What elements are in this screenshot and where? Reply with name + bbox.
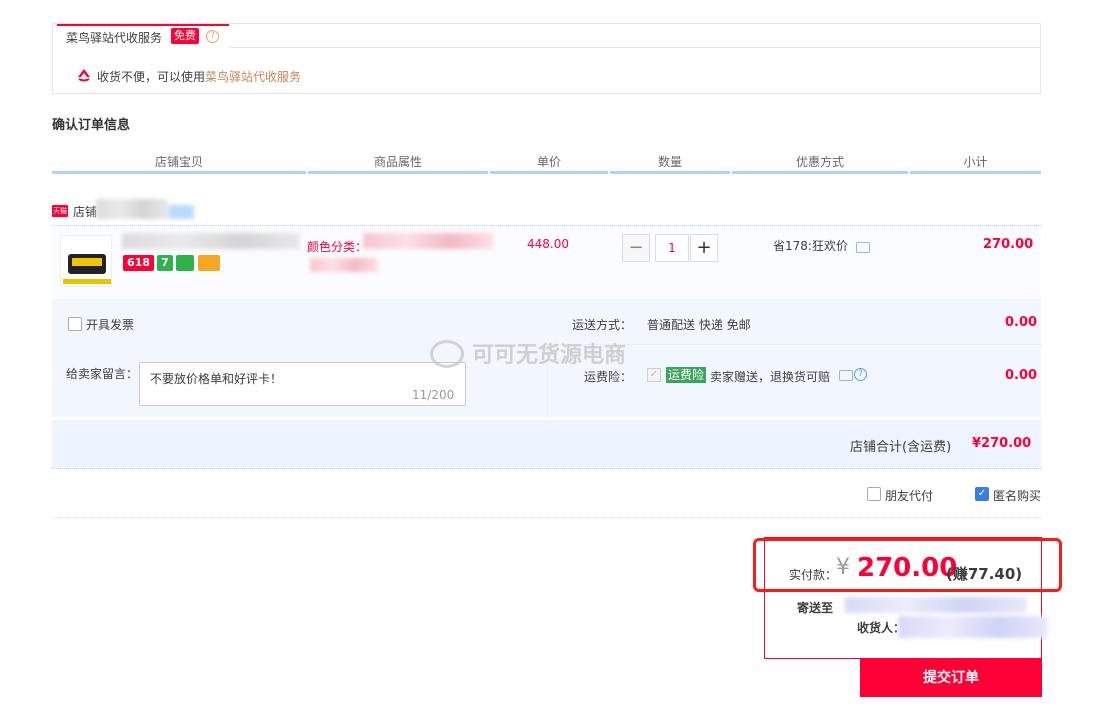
service-note: 收货不便，可以使用菜鸟驿站代收服务 (97, 68, 301, 85)
chat-icon[interactable] (839, 370, 853, 381)
tab-divider (229, 47, 1040, 48)
memo-label: 给卖家留言： (66, 367, 139, 381)
service-title: 菜鸟驿站代收服务 (66, 31, 163, 45)
redacted-shop-name (96, 199, 168, 219)
redacted-product-title[interactable] (122, 233, 300, 249)
chat-icon[interactable] (856, 242, 870, 253)
watermark: 可可无货源电商 (472, 343, 627, 368)
case-stripe (72, 258, 102, 266)
promo-text: 省178:狂欢价 (773, 239, 848, 253)
badge-7day: 7 (157, 255, 173, 271)
header-underline (490, 171, 608, 174)
col-header-price: 单价 (536, 155, 561, 169)
header-underline (610, 171, 730, 174)
cainiao-logo-icon (78, 69, 90, 82)
anonymous-label[interactable]: 匿名购买 (993, 487, 1041, 504)
service-note-text: 收货不便，可以使用 (97, 70, 206, 84)
badge-618: 618 (123, 255, 154, 271)
header-underline (52, 171, 306, 174)
ship-to-label: 寄送至 (797, 601, 834, 615)
insurance-amount: 0.00 (1005, 368, 1038, 383)
header-underline (910, 171, 1041, 174)
quantity-stepper: − 1 + (622, 234, 718, 262)
insurance-checkbox[interactable]: ✓ (647, 368, 661, 382)
product-thumbnail[interactable] (60, 235, 112, 287)
annotation-highlight (753, 538, 1062, 592)
service-link[interactable]: 菜鸟驿站代收服务 (205, 70, 301, 84)
free-badge: 免费 (171, 28, 199, 44)
page-title: 确认订单信息 (52, 118, 131, 133)
col-header-qty: 数量 (657, 155, 682, 169)
col-header-item: 店铺宝贝 (154, 155, 203, 169)
bits-graphic (65, 239, 109, 249)
shop-total-amount: ¥270.00 (972, 436, 1032, 451)
insurance-label: 运费险： (584, 370, 633, 384)
invoice-checkbox[interactable] (68, 317, 82, 331)
friend-pay-checkbox[interactable] (867, 487, 881, 501)
insurance-badge: 运费险 (666, 367, 707, 383)
tmall-icon: 天猫 (52, 205, 68, 217)
insurance-text: 卖家赠送，退换货可赔 (710, 370, 831, 384)
unit-price: 448.00 (527, 237, 569, 251)
shipping-label: 运送方式： (572, 318, 633, 332)
badge-card-icon (198, 255, 220, 271)
shipping-method[interactable]: 普通配送 快递 免邮 (647, 316, 751, 333)
invoice-label[interactable]: 开具发票 (86, 316, 134, 333)
col-header-subtotal: 小计 (963, 155, 988, 169)
qty-input[interactable]: 1 (655, 234, 689, 262)
badge-shield-icon (176, 255, 194, 271)
redacted-receiver (898, 616, 1048, 638)
shipping-amount: 0.00 (1005, 315, 1038, 330)
col-header-discount: 优惠方式 (795, 155, 844, 169)
seller-message-text: 不要放价格单和好评卡！ (150, 372, 283, 386)
redacted-attr-value-2 (310, 258, 378, 272)
divider (52, 517, 1041, 518)
weibo-icon (430, 340, 464, 368)
color-category-label: 颜色分类： (307, 240, 368, 254)
help-icon[interactable]: ? (854, 368, 867, 381)
char-count: 11/200 (412, 388, 455, 402)
header-underline (732, 171, 908, 174)
redacted-address (845, 597, 1027, 613)
anonymous-checkbox[interactable]: ✓ (975, 487, 989, 501)
qty-plus-button[interactable]: + (690, 234, 718, 262)
submit-order-button[interactable]: 提交订单 (860, 659, 1042, 697)
redacted-shop-badge (168, 205, 194, 219)
friend-pay-label[interactable]: 朋友代付 (885, 487, 933, 504)
row-divider (52, 468, 1041, 469)
qty-minus-button[interactable]: − (622, 234, 650, 262)
col-header-attr: 商品属性 (373, 155, 422, 169)
shop-name[interactable]: 店铺 (73, 203, 97, 220)
header-underline (308, 171, 488, 174)
help-icon[interactable]: ? (206, 30, 219, 43)
caption-strip (63, 279, 111, 284)
redacted-attr-value (363, 233, 493, 249)
item-subtotal: 270.00 (983, 237, 1034, 252)
shop-total-label: 店铺合计(含运费) (850, 440, 952, 455)
